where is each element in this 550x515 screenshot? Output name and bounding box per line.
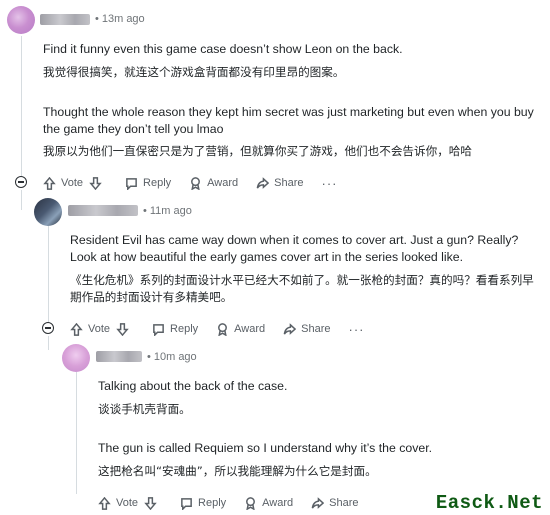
comment-timestamp: • 10m ago <box>147 351 197 363</box>
award-icon <box>218 322 228 336</box>
comment-text-en: Talking about the back of the case. <box>98 379 288 393</box>
collapse-icon[interactable] <box>42 322 54 334</box>
award-button[interactable]: Award <box>189 176 239 190</box>
thread-line <box>48 336 49 350</box>
comment-text-en: Resident Evil has came way down when it … <box>70 233 519 264</box>
thread-line <box>76 372 77 494</box>
award-button[interactable]: Award <box>244 496 294 510</box>
comment-text-cn: 我原以为他们一直保密只是为了营销，但就算你买了游戏，他们也不会告诉你，哈哈 <box>43 144 472 158</box>
username-redacted[interactable] <box>68 205 138 216</box>
reply-label: Reply <box>143 177 172 189</box>
username-redacted[interactable] <box>40 14 90 25</box>
comment-text-cn: 《生化危机》系列的封面设计水平已经大不如前了。就一张枪的封面？真的吗？看看系列早… <box>70 273 534 304</box>
vote-label: Vote <box>88 323 111 335</box>
award-label: Award <box>234 323 266 335</box>
comment-timestamp: • 13m ago <box>95 13 145 25</box>
vote-control: Vote <box>43 176 107 190</box>
share-button[interactable]: Share <box>256 176 304 190</box>
username-redacted[interactable] <box>96 351 142 362</box>
avatar[interactable] <box>34 198 62 226</box>
comment-text-en: The gun is called Requiem so I understan… <box>98 441 433 455</box>
avatar[interactable] <box>7 6 35 34</box>
upvote-icon[interactable] <box>98 496 111 510</box>
share-button[interactable]: Share <box>283 322 331 336</box>
downvote-icon[interactable] <box>89 176 102 190</box>
more-icon[interactable]: ··· <box>349 322 365 337</box>
comment-text-cn: 我觉得很搞笑，就连这个游戏盒背面都没有印里昂的图案。 <box>43 65 345 79</box>
award-label: Award <box>207 177 239 189</box>
share-label: Share <box>301 323 331 335</box>
share-button[interactable]: Share <box>311 496 359 510</box>
downvote-icon[interactable] <box>144 496 157 510</box>
comment-actions: Vote Reply Award Share <box>98 493 377 513</box>
avatar[interactable] <box>62 344 90 372</box>
reply-button[interactable]: Reply <box>152 323 198 336</box>
upvote-icon[interactable] <box>43 176 56 190</box>
share-label: Share <box>329 497 359 509</box>
watermark-logo: Easck.Net <box>432 492 546 514</box>
reply-icon <box>181 497 192 510</box>
award-button[interactable]: Award <box>216 322 266 336</box>
award-label: Award <box>262 497 294 509</box>
thread-line <box>21 190 22 210</box>
reply-label: Reply <box>198 497 227 509</box>
comment-timestamp: • 11m ago <box>143 205 192 217</box>
reply-button[interactable]: Reply <box>125 177 171 190</box>
upvote-icon[interactable] <box>70 322 83 336</box>
share-label: Share <box>274 177 304 189</box>
vote-label: Vote <box>116 497 139 509</box>
more-icon[interactable]: ··· <box>322 176 338 191</box>
comment-text-cn: 这把枪名叫“安魂曲”，所以我能理解为什么它是封面。 <box>98 464 377 478</box>
reply-icon <box>153 323 164 336</box>
vote-control: Vote <box>70 322 134 336</box>
share-icon <box>256 176 270 189</box>
downvote-icon[interactable] <box>116 322 129 336</box>
comment-text-en: Find it funny even this game case doesn’… <box>43 42 403 56</box>
comment-actions: Vote Reply Award Share ··· <box>43 173 338 193</box>
reply-icon <box>126 177 137 190</box>
comment-text-en: Thought the whole reason they kept him s… <box>43 105 534 136</box>
vote-control: Vote <box>98 496 162 510</box>
reply-label: Reply <box>170 323 199 335</box>
reply-button[interactable]: Reply <box>180 497 226 510</box>
share-icon <box>311 496 325 509</box>
vote-label: Vote <box>61 177 84 189</box>
award-icon <box>246 496 256 510</box>
comment-actions: Vote Reply Award Share ··· <box>70 319 365 339</box>
comment-text-cn: 谈谈手机壳背面。 <box>98 402 191 416</box>
award-icon <box>191 176 201 190</box>
thread-line <box>21 36 22 176</box>
share-icon <box>283 322 297 335</box>
thread-line <box>48 226 49 322</box>
collapse-icon[interactable] <box>15 176 27 188</box>
